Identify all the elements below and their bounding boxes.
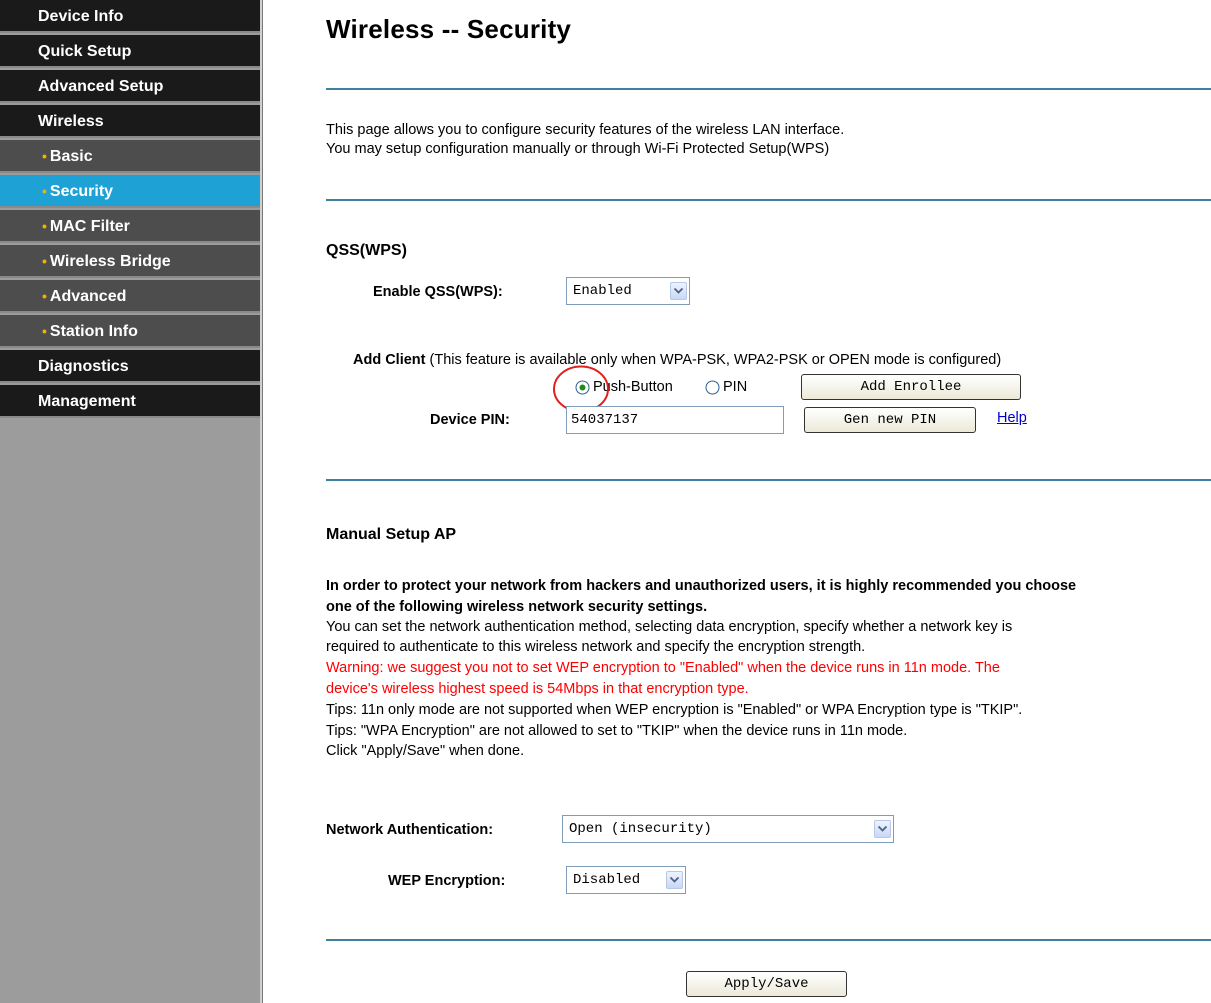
sidebar-item-wireless-bridge[interactable]: • Wireless Bridge — [0, 245, 260, 278]
recommend-text-line1: In order to protect your network from ha… — [326, 578, 1077, 594]
sidebar-item-wireless[interactable]: Wireless — [0, 105, 260, 138]
wep-encryption-select[interactable]: Disabled — [566, 866, 686, 894]
sidebar-item-label: Quick Setup — [38, 43, 132, 60]
device-pin-label: Device PIN: — [430, 412, 510, 428]
pin-label: PIN — [723, 379, 748, 395]
sidebar-item-security[interactable]: • Security — [0, 175, 260, 208]
wep-encryption-value: Disabled — [573, 872, 641, 888]
chevron-down-icon — [874, 820, 891, 838]
sidebar-item-label: Advanced — [49, 288, 127, 305]
info-text-line4: required to authenticate to this wireles… — [326, 639, 866, 655]
network-auth-value: Open (insecurity) — [569, 821, 712, 837]
help-link[interactable]: Help — [997, 410, 1027, 426]
sidebar-item-basic[interactable]: • Basic — [0, 140, 260, 173]
network-auth-label: Network Authentication: — [326, 822, 494, 838]
bullet-icon: • — [42, 183, 47, 199]
manual-setup-heading: Manual Setup AP — [326, 526, 457, 543]
gen-new-pin-button[interactable]: Gen new PIN — [804, 407, 976, 433]
enable-qss-select[interactable]: Enabled — [566, 277, 690, 305]
sidebar-item-label: Advanced Setup — [38, 78, 164, 95]
bullet-icon: • — [42, 253, 47, 269]
tips-text-line2: Tips: "WPA Encryption" are not allowed t… — [326, 723, 908, 739]
pin-radio[interactable] — [705, 380, 720, 395]
bullet-icon: • — [42, 323, 47, 339]
chevron-down-icon — [670, 282, 687, 300]
frame-divider-shadow — [262, 0, 263, 1003]
info-text-line3: You can set the network authentication m… — [326, 619, 1013, 635]
sidebar-item-label: Station Info — [49, 323, 138, 340]
click-note-text: Click "Apply/Save" when done. — [326, 743, 525, 759]
add-enrollee-button[interactable]: Add Enrollee — [801, 374, 1021, 400]
section-divider — [326, 479, 1211, 481]
network-auth-select[interactable]: Open (insecurity) — [562, 815, 894, 843]
sidebar-item-device-info[interactable]: Device Info — [0, 0, 260, 33]
section-divider — [326, 199, 1211, 201]
add-client-label: Add Client — [353, 352, 426, 368]
sidebar-item-quick-setup[interactable]: Quick Setup — [0, 35, 260, 68]
section-divider — [326, 88, 1211, 90]
sidebar-item-label: Basic — [49, 148, 93, 165]
bullet-icon: • — [42, 218, 47, 234]
sidebar-item-mac-filter[interactable]: • MAC Filter — [0, 210, 260, 243]
page-title: Wireless -- Security — [326, 14, 572, 44]
bullet-icon: • — [42, 288, 47, 304]
device-pin-field[interactable]: 54037137 — [566, 406, 784, 434]
bullet-icon: • — [42, 148, 47, 164]
qss-heading: QSS(WPS) — [326, 242, 407, 259]
sidebar-item-label: Management — [38, 393, 136, 410]
sidebar-nav: Device Info Quick Setup Advanced Setup W… — [0, 0, 260, 1003]
enable-qss-value: Enabled — [573, 283, 632, 299]
sidebar-item-management[interactable]: Management — [0, 385, 260, 418]
add-client-note: (This feature is available only when WPA… — [425, 352, 1002, 368]
tips-text-line1: Tips: 11n only mode are not supported wh… — [326, 702, 1023, 718]
sidebar-item-label: Diagnostics — [38, 358, 129, 375]
sidebar-item-advanced[interactable]: • Advanced — [0, 280, 260, 313]
sidebar-item-label: Wireless — [38, 113, 104, 130]
chevron-down-icon — [666, 871, 683, 889]
warning-text-line1: Warning: we suggest you not to set WEP e… — [326, 660, 1000, 676]
sidebar-item-label: Device Info — [38, 8, 124, 25]
intro-text-line1: This page allows you to configure securi… — [326, 122, 845, 138]
sidebar-item-diagnostics[interactable]: Diagnostics — [0, 350, 260, 383]
intro-text-line2: You may setup configuration manually or … — [326, 141, 830, 157]
sidebar-item-label: Wireless Bridge — [49, 253, 171, 270]
add-client-text: Add Client (This feature is available on… — [353, 350, 1001, 370]
sidebar-item-label: Security — [49, 183, 114, 200]
section-divider — [326, 939, 1211, 941]
sidebar-item-label: MAC Filter — [49, 218, 130, 235]
apply-save-button[interactable]: Apply/Save — [686, 971, 847, 997]
sidebar-item-station-info[interactable]: • Station Info — [0, 315, 260, 348]
recommend-text-line2: one of the following wireless network se… — [326, 599, 708, 615]
sidebar-item-advanced-setup[interactable]: Advanced Setup — [0, 70, 260, 103]
enable-qss-label: Enable QSS(WPS): — [373, 284, 503, 300]
warning-text-line2: device's wireless highest speed is 54Mbp… — [326, 681, 749, 697]
wep-encryption-label: WEP Encryption: — [388, 873, 506, 889]
